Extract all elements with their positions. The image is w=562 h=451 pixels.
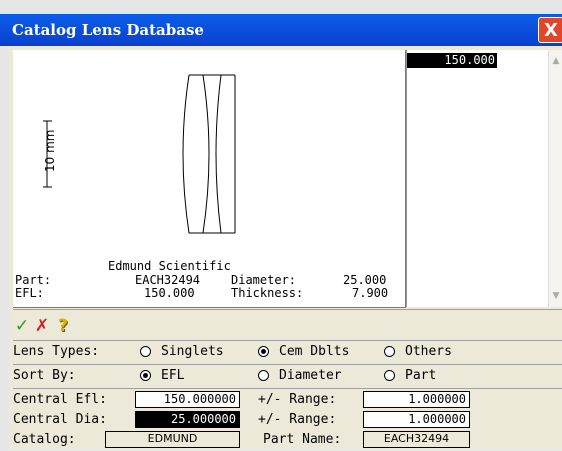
close-icon: X: [544, 20, 558, 41]
part-value: EACH32494: [135, 273, 201, 287]
scale-label: 10 mm: [43, 129, 57, 172]
efl-label: EFL:: [15, 286, 44, 300]
list-item-selected[interactable]: 150.000: [407, 53, 497, 68]
efl-range-input[interactable]: 1.000000: [363, 391, 470, 408]
divider: [13, 309, 562, 310]
efl-sort-label[interactable]: EFL: [161, 368, 184, 383]
efl-list[interactable]: 150.000: [406, 50, 549, 307]
lens-preview: 10 mm Edmund Scientific Part: EACH32494 …: [13, 50, 406, 308]
central-dia-row: Central Dia: 25.000000 +/- Range: 1.0000…: [13, 409, 562, 431]
manufacturer: Edmund Scientific: [108, 259, 231, 273]
question-icon[interactable]: ?: [54, 315, 72, 337]
window-title: Catalog Lens Database: [12, 21, 204, 39]
dia-range-input[interactable]: 1.000000: [363, 411, 470, 428]
radio-efl[interactable]: [140, 370, 151, 381]
title-bar: Catalog Lens Database X: [0, 14, 562, 46]
part-name-label: Part Name:: [263, 432, 342, 447]
dia-range-label: +/- Range:: [258, 412, 337, 427]
lens-types-row: Lens Types: Singlets Cem Dblts Others: [13, 341, 562, 363]
diameter-sort-label[interactable]: Diameter: [279, 368, 342, 383]
central-efl-label: Central Efl:: [13, 392, 107, 407]
part-sort-label[interactable]: Part: [405, 368, 436, 383]
radio-cem-dblts[interactable]: [258, 346, 269, 357]
x-icon[interactable]: ✗: [33, 315, 51, 337]
sort-by-row: Sort By: EFL Diameter Part: [13, 365, 562, 387]
cem-dblts-label[interactable]: Cem Dblts: [279, 344, 349, 359]
central-efl-input[interactable]: 150.000000: [135, 391, 240, 408]
radio-diameter[interactable]: [258, 370, 269, 381]
action-toolbar: ✓ ✗ ?: [13, 312, 562, 340]
radio-others[interactable]: [384, 346, 395, 357]
lens-info: Edmund Scientific Part: EACH32494 Diamet…: [13, 255, 405, 307]
close-button[interactable]: X: [538, 17, 562, 43]
list-scrollbar[interactable]: ▲ ▼: [548, 50, 562, 307]
lens-types-label: Lens Types:: [13, 344, 100, 359]
central-efl-row: Central Efl: 150.000000 +/- Range: 1.000…: [13, 389, 562, 411]
sort-by-label: Sort By:: [13, 368, 76, 383]
lens-drawing: [182, 74, 236, 234]
central-dia-input[interactable]: 25.000000: [135, 411, 240, 428]
catalog-field[interactable]: EDMUND: [105, 431, 240, 448]
radio-part[interactable]: [384, 370, 395, 381]
diameter-label: Diameter:: [231, 273, 297, 287]
efl-value: 150.000: [144, 286, 195, 300]
catalog-row: Catalog: EDMUND Part Name: EACH32494: [13, 429, 562, 451]
scroll-down-icon[interactable]: ▼: [550, 289, 562, 303]
others-label[interactable]: Others: [405, 344, 452, 359]
diameter-value: 25.000: [343, 273, 387, 287]
efl-range-label: +/- Range:: [258, 392, 337, 407]
catalog-label: Catalog:: [13, 432, 76, 447]
check-icon[interactable]: ✓: [13, 315, 31, 337]
radio-singlets[interactable]: [140, 346, 151, 357]
part-label: Part:: [15, 273, 52, 287]
thickness-label: Thickness:: [231, 286, 304, 300]
part-name-field[interactable]: EACH32494: [363, 431, 470, 448]
thickness-value: 7.900: [352, 286, 389, 300]
scroll-up-icon[interactable]: ▲: [550, 54, 562, 68]
central-dia-label: Central Dia:: [13, 412, 107, 427]
singlets-label[interactable]: Singlets: [161, 344, 224, 359]
